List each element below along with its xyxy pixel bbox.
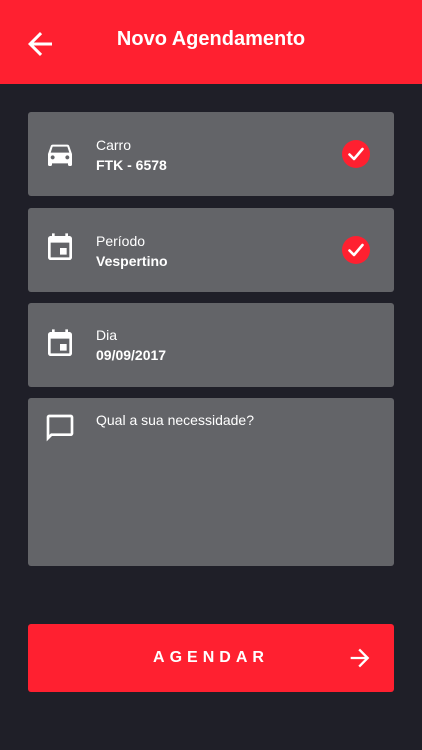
- car-icon: [48, 144, 72, 166]
- period-value: Vespertino: [96, 253, 168, 269]
- day-label: Dia: [96, 327, 118, 343]
- check-icon: [348, 147, 364, 161]
- message-icon: [46, 414, 74, 442]
- calendar-icon: [48, 329, 72, 356]
- check-icon: [348, 243, 364, 257]
- period-check-badge: [342, 236, 370, 264]
- day-value: 09/09/2017: [96, 347, 167, 363]
- period-label: Período: [96, 233, 146, 249]
- car-check-badge: [342, 140, 370, 168]
- page-title: Novo Agendamento: [116, 28, 306, 50]
- car-label: Carro: [96, 137, 132, 153]
- period-field[interactable]: Período Vespertino: [28, 208, 394, 292]
- car-value: FTK - 6578: [96, 157, 167, 173]
- arrow-right-icon: [350, 648, 370, 668]
- app-header: Novo Agendamento: [0, 0, 422, 84]
- schedule-button-label: AGENDAR: [153, 649, 269, 666]
- need-input[interactable]: [96, 412, 376, 552]
- calendar-icon: [48, 233, 72, 260]
- need-field[interactable]: [28, 398, 394, 566]
- car-field[interactable]: Carro FTK - 6578: [28, 112, 394, 196]
- day-field[interactable]: Dia 09/09/2017: [28, 303, 394, 387]
- schedule-button[interactable]: AGENDAR: [28, 624, 394, 692]
